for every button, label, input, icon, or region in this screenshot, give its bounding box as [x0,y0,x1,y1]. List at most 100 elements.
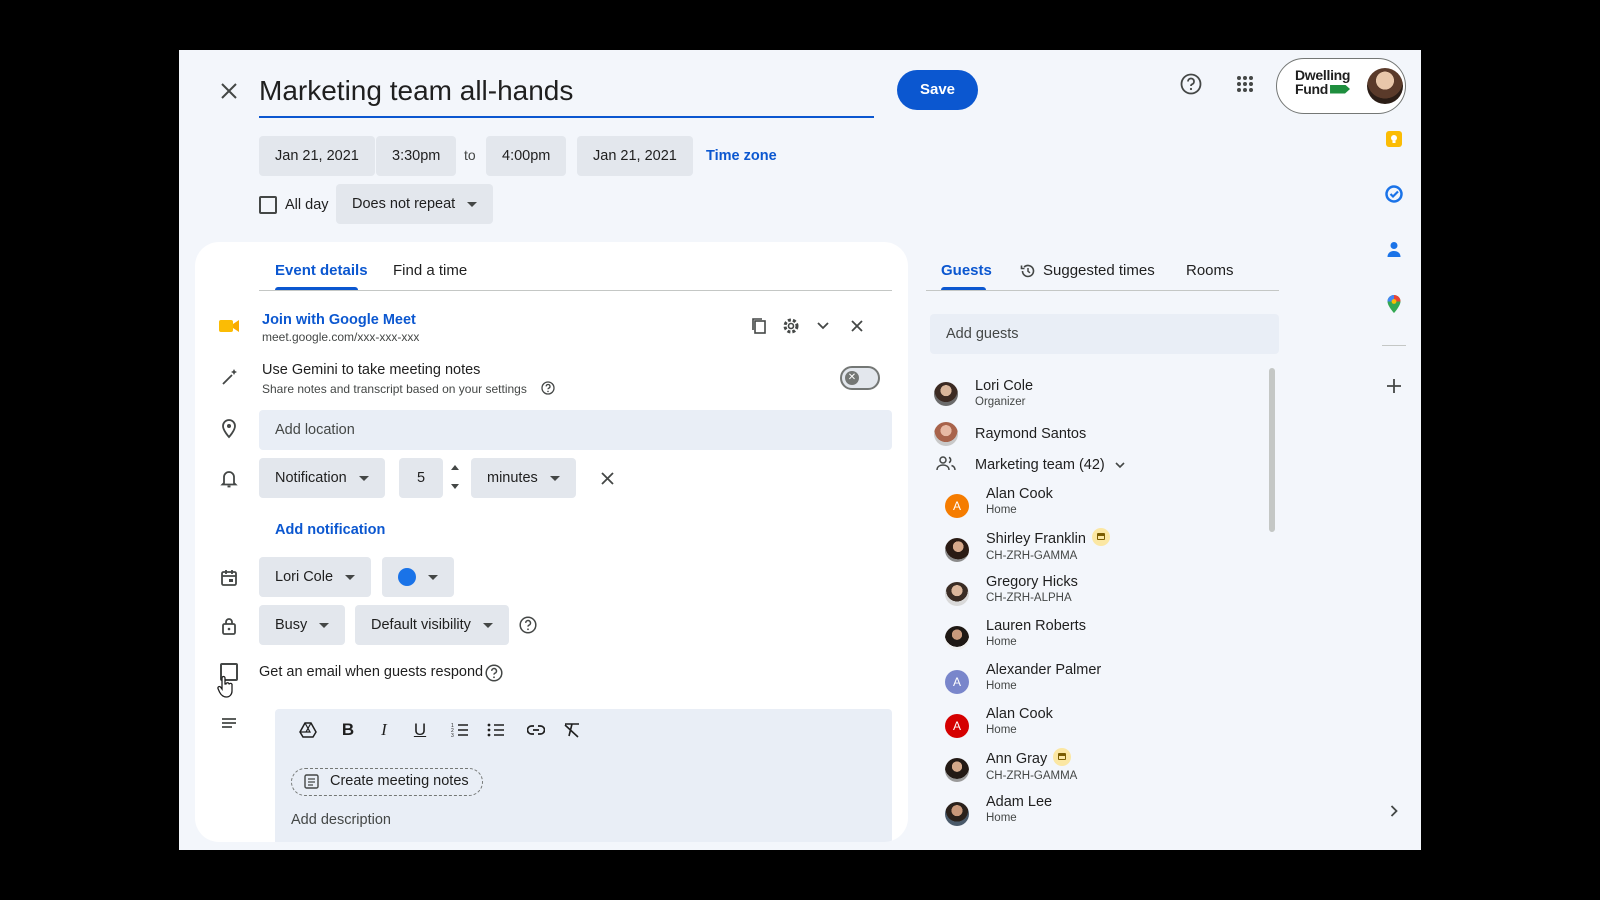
tab-find-a-time[interactable]: Find a time [393,262,467,279]
tabs-divider [259,290,892,291]
keep-icon[interactable] [1385,130,1405,150]
visibility-dropdown[interactable]: Default visibility [355,605,509,645]
meet-url[interactable]: meet.google.com/xxx-xxx-xxx [262,330,419,344]
join-meet-link[interactable]: Join with Google Meet [262,312,416,328]
description-editor[interactable]: B I U 123 Create meeting notes Add descr [275,709,892,842]
email-guests-respond-label: Get an email when guests respond [259,664,484,680]
help-icon[interactable] [1177,70,1205,98]
guest-role: Organizer [975,396,1026,408]
guest-list-scrollbar[interactable] [1269,368,1275,532]
tab-event-details[interactable]: Event details [275,262,368,279]
list-item[interactable]: A Alan Cook Home [945,484,1245,528]
remove-meet-icon[interactable] [845,314,869,338]
group-marketing-team[interactable]: Marketing team (42) [975,457,1125,473]
numbered-list-icon[interactable]: 123 [448,718,472,742]
event-color-dropdown[interactable] [382,557,454,597]
maps-icon[interactable] [1385,294,1405,314]
start-time-chip[interactable]: 3:30pm [376,136,457,176]
history-icon [1020,263,1036,279]
description-placeholder[interactable]: Add description [291,812,391,828]
list-item[interactable]: Gregory Hicks CH-ZRH-ALPHA [945,572,1245,616]
time-zone-link[interactable]: Time zone [706,148,777,164]
guest-name: Alexander Palmer [986,662,1102,678]
brand-line-2: Fund [1295,81,1329,97]
brand-line-1: Dwelling [1295,67,1351,83]
avatar [934,382,958,406]
help-icon[interactable] [540,380,556,396]
notes-doc-icon [304,774,319,789]
create-meeting-notes-label: Create meeting notes [330,773,469,789]
calendar-owner-dropdown[interactable]: Lori Cole [259,557,372,597]
end-date-chip[interactable]: Jan 21, 2021 [577,136,693,176]
tasks-icon[interactable] [1385,185,1405,205]
repeat-dropdown[interactable]: Does not repeat [336,184,494,224]
list-item[interactable]: Adam Lee Home [945,792,1245,836]
event-title-input[interactable]: Marketing team all-hands [259,68,874,118]
add-icon[interactable] [1383,375,1405,397]
notification-amount-input[interactable]: 5 [399,458,443,498]
close-icon[interactable] [215,77,243,105]
google-meet-icon [217,314,241,338]
calendar-badge-icon [1091,528,1110,546]
guest-name: Alan Cook [986,486,1053,502]
link-icon[interactable] [524,718,548,742]
guest-raymond-santos[interactable]: Raymond Santos [975,426,1086,442]
tab-rooms[interactable]: Rooms [1186,262,1234,279]
list-item[interactable]: A Alexander Palmer Home [945,660,1245,704]
avatar [945,802,969,826]
guest-name: Ann Gray [986,750,1048,767]
guest-location: Home [986,724,1017,736]
guest-name: Gregory Hicks [986,574,1078,590]
italic-icon[interactable]: I [372,718,396,742]
availability-dropdown[interactable]: Busy [259,605,346,645]
help-icon[interactable] [518,615,538,635]
contacts-icon[interactable] [1385,240,1405,260]
calendar-icon [217,566,241,590]
bold-icon[interactable]: B [336,718,360,742]
bulleted-list-icon[interactable] [484,718,508,742]
add-guests-input[interactable]: Add guests [930,314,1279,354]
apps-grid-icon[interactable] [1231,70,1259,98]
guest-location: Home [986,504,1017,516]
gemini-notes-toggle[interactable]: ✕ [840,366,880,390]
copy-icon[interactable] [747,314,771,338]
start-date-chip[interactable]: Jan 21, 2021 [259,136,375,176]
chevron-down-icon[interactable] [811,314,835,338]
guest-location: CH-ZRH-GAMMA [986,550,1078,562]
end-time-chip[interactable]: 4:00pm [486,136,567,176]
avatar [934,422,958,446]
remove-notification-icon[interactable] [595,466,619,490]
increment-icon[interactable] [451,465,459,470]
list-item[interactable]: A Alan Cook Home [945,704,1245,748]
list-item[interactable]: Ann Gray CH-ZRH-GAMMA [945,748,1245,792]
guest-location: CH-ZRH-ALPHA [986,592,1072,604]
gemini-title: Use Gemini to take meeting notes [262,362,481,378]
chevron-down-icon [549,475,560,481]
chevron-down-icon [482,622,493,628]
tab-suggested-times[interactable]: Suggested times [1043,262,1155,279]
group-icon [936,455,956,471]
list-item[interactable]: Shirley Franklin CH-ZRH-GAMMA [945,528,1245,572]
all-day-checkbox[interactable] [259,196,277,214]
list-item[interactable]: Lauren Roberts Home [945,616,1245,660]
google-drive-icon[interactable] [296,718,320,742]
notification-type-dropdown[interactable]: Notification [259,458,385,498]
save-button[interactable]: Save [897,70,978,110]
quantity-stepper[interactable] [449,462,461,494]
side-rail-divider [1382,345,1406,346]
guest-name: Shirley Franklin [986,530,1086,547]
calendar-badge-icon [1053,748,1072,766]
location-input[interactable]: Add location [259,410,892,450]
notification-unit-dropdown[interactable]: minutes [471,458,576,498]
underline-icon[interactable]: U [408,718,432,742]
gear-icon[interactable] [779,314,803,338]
guest-organizer[interactable]: Lori Cole Organizer [975,378,1033,408]
add-notification-link[interactable]: Add notification [275,522,385,538]
decrement-icon[interactable] [451,484,459,489]
help-icon[interactable] [484,663,504,683]
chevron-right-icon[interactable] [1383,800,1405,822]
tab-guests[interactable]: Guests [941,262,992,279]
clear-formatting-icon[interactable] [560,718,584,742]
account-chip[interactable]: Dwelling Fund [1276,58,1406,114]
create-meeting-notes-button[interactable]: Create meeting notes [291,768,483,796]
